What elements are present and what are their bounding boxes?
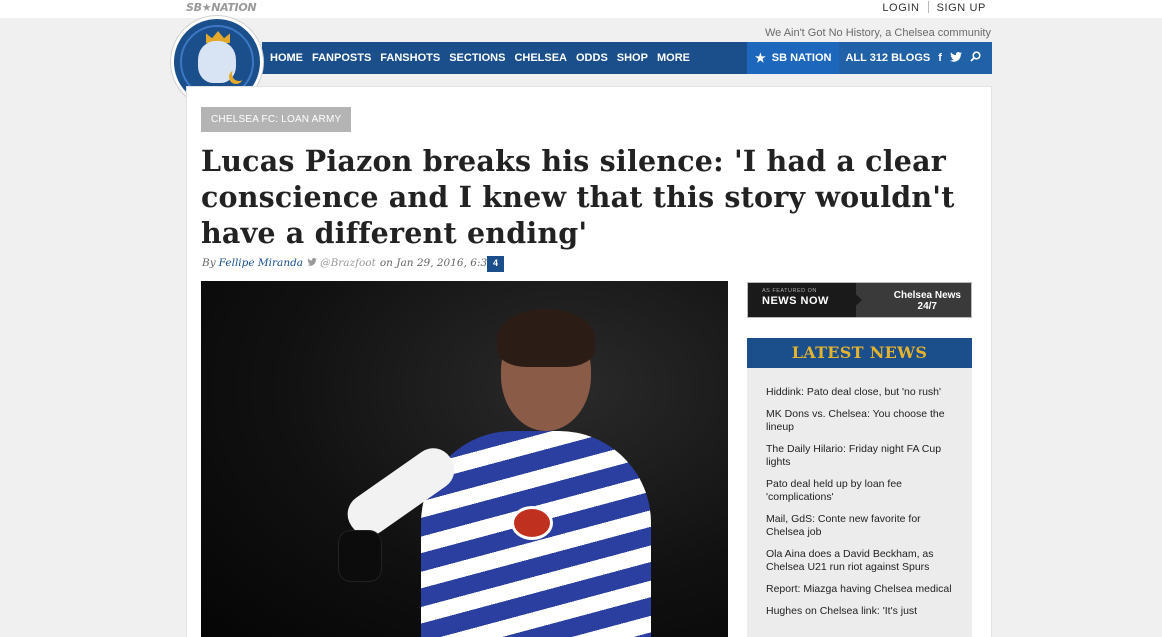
nav-fanshots[interactable]: FANSHOTS	[380, 52, 440, 64]
nav-chelsea[interactable]: CHELSEA	[514, 52, 567, 64]
latest-news-list: Hiddink: Pato deal close, but 'no rush' …	[747, 368, 972, 637]
latest-news-item[interactable]: The Daily Hilario: Friday night FA Cup l…	[766, 443, 960, 469]
comment-count-badge[interactable]: 4	[487, 256, 504, 272]
byline-by: By	[202, 257, 216, 269]
shirt-sponsor-badge	[511, 506, 553, 540]
login-link[interactable]: LOGIN	[882, 2, 919, 14]
latest-news-item[interactable]: Pato deal held up by loan fee 'complicat…	[766, 478, 960, 504]
facebook-icon[interactable]: f	[938, 52, 942, 64]
lion-icon	[198, 41, 236, 83]
divider	[927, 1, 929, 13]
latest-news-item[interactable]: Ola Aina does a David Beckham, as Chelse…	[766, 548, 960, 574]
site-tagline: We Ain't Got No History, a Chelsea commu…	[764, 27, 991, 39]
twitter-icon[interactable]	[949, 51, 962, 65]
nav-items: HOME FANPOSTS FANSHOTS SECTIONS CHELSEA …	[270, 42, 699, 74]
article-headline: Lucas Piazon breaks his silence: 'I had …	[201, 144, 955, 250]
all-blogs-link[interactable]: ALL 312 BLOGS	[845, 52, 930, 64]
latest-news-item[interactable]: Hughes on Chelsea link: 'It's just	[766, 605, 960, 618]
latest-news-item[interactable]: Hiddink: Pato deal close, but 'no rush'	[766, 386, 960, 399]
sbnation-wordmark[interactable]: SB★NATION	[186, 1, 257, 14]
nav-fanposts[interactable]: FANPOSTS	[312, 52, 371, 64]
player-glove	[339, 531, 381, 581]
article-hero-image	[201, 281, 728, 637]
author-twitter-handle[interactable]: @Brazfoot	[320, 257, 376, 269]
nav-more[interactable]: MORE	[657, 52, 690, 64]
newsnow-logo-text: NEWS NOW	[762, 295, 829, 307]
sbnation-label: SB NATION	[771, 52, 832, 64]
category-tag[interactable]: CHELSEA FC: LOAN ARMY	[201, 107, 352, 132]
star-icon: ★	[755, 51, 766, 65]
nav-shop[interactable]: SHOP	[617, 52, 648, 64]
latest-news-item[interactable]: Mail, GdS: Conte new favorite for Chelse…	[766, 513, 960, 539]
newsnow-line1: Chelsea News	[893, 290, 961, 301]
signup-link[interactable]: SIGN UP	[937, 2, 986, 14]
newsnow-line2: 24/7	[917, 301, 937, 312]
nav-home[interactable]: HOME	[270, 52, 303, 64]
author-link[interactable]: Fellipe Miranda	[219, 257, 303, 269]
search-icon[interactable]	[970, 51, 981, 65]
nav-sections[interactable]: SECTIONS	[449, 52, 505, 64]
latest-news-heading: LATEST NEWS	[747, 338, 972, 368]
newsnow-featured-label: AS FEATURED ON	[762, 288, 817, 294]
latest-news-item[interactable]: Report: Miazga having Chelsea medical	[766, 583, 960, 596]
latest-news-item[interactable]: MK Dons vs. Chelsea: You choose the line…	[766, 408, 960, 434]
newsnow-banner[interactable]: AS FEATURED ON NEWS NOW Chelsea News 24/…	[747, 282, 972, 318]
byline: By Fellipe Miranda @Brazfoot on Jan 29, …	[202, 257, 500, 269]
top-utility-bar: SB★NATION LOGIN SIGN UP	[0, 0, 1162, 18]
sbnation-button[interactable]: ★ SB NATION	[747, 42, 840, 74]
nav-odds[interactable]: ODDS	[576, 52, 608, 64]
publish-date: on Jan 29, 2016, 6:34a	[379, 257, 501, 269]
twitter-bird-icon	[307, 257, 317, 269]
main-nav: HOME FANPOSTS FANSHOTS SECTIONS CHELSEA …	[262, 42, 992, 74]
player-hair	[497, 309, 595, 367]
account-links: LOGIN SIGN UP	[882, 1, 986, 14]
nav-network: ★ SB NATION ALL 312 BLOGS f	[747, 42, 992, 74]
moon-icon	[232, 67, 246, 81]
